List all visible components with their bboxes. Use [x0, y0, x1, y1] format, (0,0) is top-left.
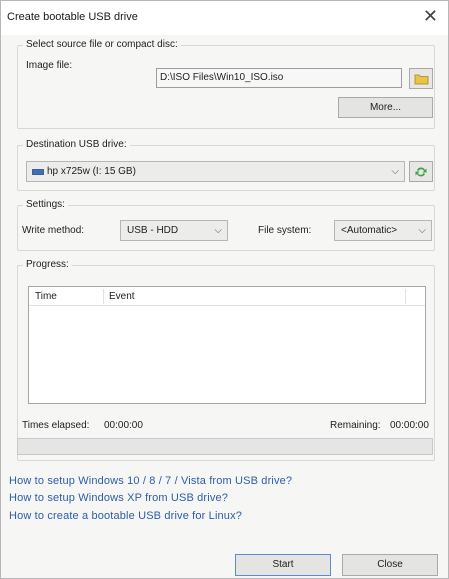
destination-legend: Destination USB drive: [23, 139, 130, 150]
progress-bar [17, 438, 433, 455]
remaining-value: 00:00:00 [390, 420, 429, 431]
remaining-label: Remaining: [330, 420, 381, 431]
link-windows-xp[interactable]: How to setup Windows XP from USB drive? [9, 492, 228, 504]
link-windows-10-8-7-vista[interactable]: How to setup Windows 10 / 8 / 7 / Vista … [9, 475, 292, 487]
chevron-down-icon: ⌵ [418, 225, 426, 236]
file-system-label: File system: [258, 225, 312, 236]
window-title: Create bootable USB drive [7, 11, 138, 23]
file-system-value: <Automatic> [341, 225, 398, 236]
settings-group: Settings: Write method: USB - HDD ⌵ File… [17, 199, 435, 251]
refresh-icon [415, 167, 427, 176]
column-event[interactable]: Event [109, 291, 135, 302]
event-log-header: Time Event [29, 287, 425, 306]
usb-drive-select[interactable]: hp x725w (I: 15 GB) ⌵ [26, 161, 405, 182]
column-divider [405, 289, 406, 304]
write-method-value: USB - HDD [127, 225, 179, 236]
settings-legend: Settings: [23, 199, 68, 210]
column-time[interactable]: Time [35, 291, 57, 302]
folder-icon [414, 74, 428, 84]
close-icon[interactable]: ✕ [423, 6, 438, 26]
refresh-button[interactable] [409, 161, 433, 182]
source-group: Select source file or compact disc: Imag… [17, 39, 435, 129]
progress-legend: Progress: [23, 259, 72, 270]
usb-drive-value: hp x725w (I: 15 GB) [47, 166, 136, 177]
destination-group: Destination USB drive: hp x725w (I: 15 G… [17, 139, 435, 191]
progress-group: Progress: Time Event Times elapsed: 00:0… [17, 259, 435, 461]
write-method-select[interactable]: USB - HDD ⌵ [120, 220, 228, 241]
file-system-select[interactable]: <Automatic> ⌵ [334, 220, 432, 241]
chevron-down-icon: ⌵ [214, 225, 222, 236]
dialog-window: Create bootable USB drive ✕ Select sourc… [0, 0, 449, 579]
more-button[interactable]: More... [338, 97, 433, 118]
image-file-label: Image file: [26, 60, 73, 71]
link-linux[interactable]: How to create a bootable USB drive for L… [9, 510, 242, 522]
event-log-list[interactable]: Time Event [28, 286, 426, 404]
source-legend: Select source file or compact disc: [23, 39, 181, 50]
column-divider [103, 289, 104, 304]
image-file-field[interactable]: D:\ISO Files\Win10_ISO.iso [156, 68, 402, 88]
chevron-down-icon: ⌵ [391, 166, 399, 177]
elapsed-value: 00:00:00 [104, 420, 143, 431]
browse-folder-button[interactable] [409, 68, 433, 89]
usb-drive-icon [32, 169, 44, 175]
elapsed-label: Times elapsed: [22, 420, 90, 431]
write-method-label: Write method: [22, 225, 85, 236]
start-button[interactable]: Start [235, 554, 331, 576]
title-bar: Create bootable USB drive ✕ [1, 1, 448, 35]
close-button[interactable]: Close [342, 554, 438, 576]
